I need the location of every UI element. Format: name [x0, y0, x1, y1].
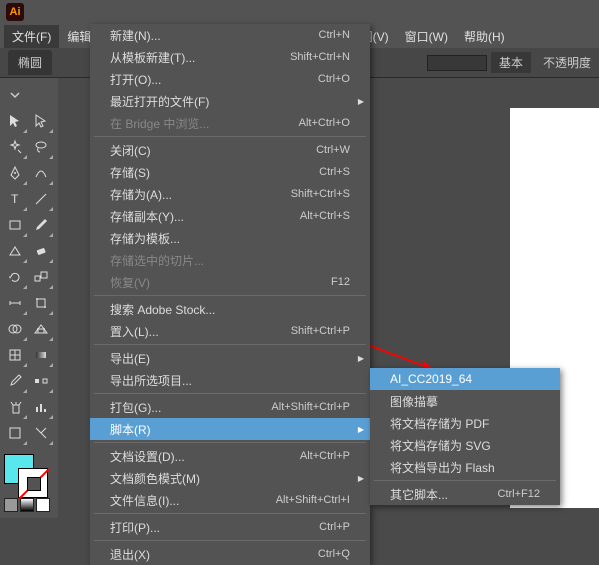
app-logo: Ai	[6, 3, 24, 21]
menu-file[interactable]: 文件(F)	[4, 25, 59, 48]
menu-item[interactable]: 从模板新建(T)...Shift+Ctrl+N	[90, 46, 370, 68]
menu-item[interactable]: 存储为模板...	[90, 227, 370, 249]
submenu-item[interactable]: AI_CC2019_64	[370, 368, 560, 390]
menu-item[interactable]: 文件信息(I)...Alt+Shift+Ctrl+I	[90, 489, 370, 511]
stroke-swatch[interactable]	[18, 468, 48, 498]
artboard-tool[interactable]	[2, 420, 28, 446]
menu-item[interactable]: 存储副本(Y)...Alt+Ctrl+S	[90, 205, 370, 227]
opacity-label: 不透明度	[543, 54, 591, 71]
menu-item[interactable]: 最近打开的文件(F)▶	[90, 90, 370, 112]
menu-item[interactable]: 打印(P)...Ctrl+P	[90, 516, 370, 538]
shaper-tool[interactable]	[2, 238, 28, 264]
scale-tool[interactable]	[28, 264, 54, 290]
stroke-preview[interactable]	[427, 55, 487, 71]
file-menu-dropdown: 新建(N)...Ctrl+N从模板新建(T)...Shift+Ctrl+N打开(…	[90, 24, 370, 565]
doc-tab[interactable]: 椭圆	[8, 50, 52, 75]
shape-builder-tool[interactable]	[2, 316, 28, 342]
gradient-mode[interactable]	[20, 498, 34, 512]
titlebar: Ai	[0, 0, 599, 24]
menu-help[interactable]: 帮助(H)	[456, 25, 513, 48]
menu-item[interactable]: 搜索 Adobe Stock...	[90, 298, 370, 320]
menu-item[interactable]: 存储为(A)...Shift+Ctrl+S	[90, 183, 370, 205]
menu-item[interactable]: 导出所选项目...	[90, 369, 370, 391]
basic-dropdown[interactable]: 基本	[491, 52, 531, 73]
menu-item[interactable]: 文档颜色模式(M)▶	[90, 467, 370, 489]
menu-item[interactable]: 文档设置(D)...Alt+Ctrl+P	[90, 445, 370, 467]
menu-item: 存储选中的切片...	[90, 249, 370, 271]
rectangle-tool[interactable]	[2, 212, 28, 238]
menu-item[interactable]: 打包(G)...Alt+Shift+Ctrl+P	[90, 396, 370, 418]
slice-tool[interactable]	[28, 420, 54, 446]
mesh-tool[interactable]	[2, 342, 28, 368]
direct-selection-tool[interactable]	[28, 108, 54, 134]
pen-tool[interactable]	[2, 160, 28, 186]
menu-item[interactable]: 关闭(C)Ctrl+W	[90, 139, 370, 161]
gradient-tool[interactable]	[28, 342, 54, 368]
curvature-tool[interactable]	[28, 160, 54, 186]
submenu-item[interactable]: 将文档导出为 Flash	[370, 456, 560, 478]
free-transform-tool[interactable]	[28, 290, 54, 316]
menu-item[interactable]: 导出(E)▶	[90, 347, 370, 369]
submenu-item[interactable]: 将文档存储为 PDF	[370, 412, 560, 434]
menu-item[interactable]: 新建(N)...Ctrl+N	[90, 24, 370, 46]
svg-text:T: T	[11, 192, 19, 206]
chevron-icon[interactable]	[2, 82, 28, 108]
submenu-item[interactable]: 图像描摹	[370, 390, 560, 412]
rotate-tool[interactable]	[2, 264, 28, 290]
color-swatch-area	[2, 452, 56, 514]
menu-item[interactable]: 打开(O)...Ctrl+O	[90, 68, 370, 90]
script-submenu: AI_CC2019_64图像描摹将文档存储为 PDF将文档存储为 SVG将文档导…	[370, 368, 560, 505]
submenu-item[interactable]: 其它脚本...Ctrl+F12	[370, 483, 560, 505]
perspective-tool[interactable]	[28, 316, 54, 342]
menu-item[interactable]: 退出(X)Ctrl+Q	[90, 543, 370, 565]
none-mode[interactable]	[36, 498, 50, 512]
eyedropper-tool[interactable]	[2, 368, 28, 394]
menu-item: 恢复(V)F12	[90, 271, 370, 293]
lasso-tool[interactable]	[28, 134, 54, 160]
submenu-item[interactable]: 将文档存储为 SVG	[370, 434, 560, 456]
width-tool[interactable]	[2, 290, 28, 316]
symbol-sprayer-tool[interactable]	[2, 394, 28, 420]
menu-item[interactable]: 置入(L)...Shift+Ctrl+P	[90, 320, 370, 342]
eraser-tool[interactable]	[28, 238, 54, 264]
blend-tool[interactable]	[28, 368, 54, 394]
paintbrush-tool[interactable]	[28, 212, 54, 238]
color-mode[interactable]	[4, 498, 18, 512]
menu-item[interactable]: 存储(S)Ctrl+S	[90, 161, 370, 183]
selection-tool[interactable]	[2, 108, 28, 134]
magic-wand-tool[interactable]	[2, 134, 28, 160]
graph-tool[interactable]	[28, 394, 54, 420]
menu-item[interactable]: 脚本(R)▶	[90, 418, 370, 440]
menu-window[interactable]: 窗口(W)	[397, 25, 456, 48]
type-tool[interactable]: T	[2, 186, 28, 212]
line-tool[interactable]	[28, 186, 54, 212]
tool-panel: T	[0, 78, 58, 518]
menu-item: 在 Bridge 中浏览...Alt+Ctrl+O	[90, 112, 370, 134]
